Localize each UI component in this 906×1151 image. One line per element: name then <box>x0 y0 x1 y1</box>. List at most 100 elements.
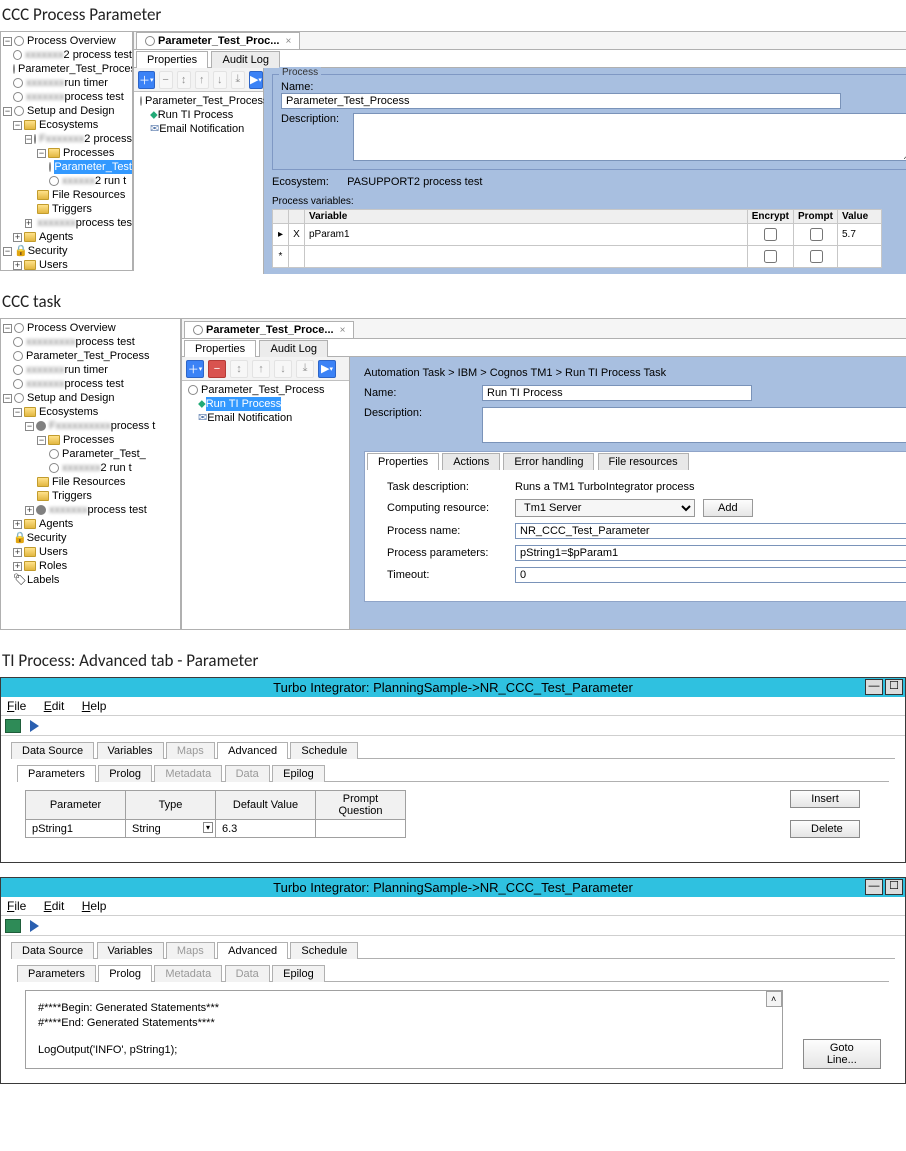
menu-edit[interactable]: Edit <box>44 699 65 713</box>
task-description-input[interactable] <box>482 407 906 443</box>
process-parameters-input[interactable] <box>515 545 906 561</box>
minus-button[interactable]: − <box>159 71 173 89</box>
tree-selected[interactable]: Parameter_Test <box>54 160 132 174</box>
menu-edit[interactable]: Edit <box>44 899 65 913</box>
section3-title: TI Process: Advanced tab - Parameter <box>0 646 906 677</box>
tab-variables[interactable]: Variables <box>97 942 164 959</box>
run-icon[interactable] <box>30 720 39 732</box>
subtab-epilog[interactable]: Epilog <box>272 965 325 982</box>
process-subtree[interactable]: ＋▾ − ↕ ↑ ↓ ⤓ ▶▾ Parameter_Test_Process ⬥… <box>134 68 264 274</box>
subtab-prolog[interactable]: Prolog <box>98 965 152 982</box>
subtab-metadata: Metadata <box>154 765 222 782</box>
editor-tabs: Parameter_Test_Proc...× <box>134 32 906 50</box>
menu-help[interactable]: Help <box>82 899 107 913</box>
subtab-actions[interactable]: Actions <box>442 453 500 470</box>
menu-help[interactable]: Help <box>82 699 107 713</box>
minimize-button[interactable]: — <box>865 679 883 695</box>
save-icon[interactable] <box>5 719 21 733</box>
menu-bar[interactable]: File Edit Help <box>1 697 905 716</box>
ti-window-parameters: Turbo Integrator: PlanningSample->NR_CCC… <box>0 677 906 863</box>
close-icon[interactable]: × <box>340 325 346 336</box>
process-variables-table[interactable]: VariableEncryptPromptValue ▸XpParam15.7 … <box>272 209 882 268</box>
name-input[interactable] <box>281 93 841 109</box>
tab-maps: Maps <box>166 742 215 759</box>
play-button[interactable]: ▶▾ <box>249 71 263 89</box>
table-row[interactable]: pString1 String▾ 6.3 <box>26 820 766 837</box>
editor-tab[interactable]: Parameter_Test_Proce...× <box>184 321 354 338</box>
window-title: Turbo Integrator: PlanningSample->NR_CCC… <box>1 678 905 697</box>
section1-title: CCC Process Parameter <box>0 0 906 31</box>
code-editor[interactable]: ˄ #****Begin: Generated Statements*** #*… <box>25 990 783 1069</box>
tree-selected[interactable]: Run TI Process <box>206 397 282 411</box>
editor-tab[interactable]: Parameter_Test_Proc...× <box>136 32 300 49</box>
nav-tree-2[interactable]: −Process Overview xxxxxxxxx process test… <box>1 319 181 629</box>
ecosystem-value: PASUPPORT2 process test <box>347 176 482 188</box>
arrow-end-button[interactable]: ⤓ <box>231 71 245 89</box>
table-row[interactable]: ▸XpParam15.7 <box>273 224 882 246</box>
maximize-button[interactable]: ☐ <box>885 679 903 695</box>
subtab-parameters[interactable]: Parameters <box>17 765 96 782</box>
menu-file[interactable]: File <box>7 699 26 713</box>
run-icon[interactable] <box>30 920 39 932</box>
tab-advanced[interactable]: Advanced <box>217 942 288 959</box>
tab-data-source[interactable]: Data Source <box>11 742 94 759</box>
prompt-checkbox[interactable] <box>810 228 823 241</box>
subtab-epilog[interactable]: Epilog <box>272 765 325 782</box>
arrow-down-button[interactable]: ↓ <box>213 71 227 89</box>
tab-data-source[interactable]: Data Source <box>11 942 94 959</box>
minus-button[interactable]: − <box>208 360 226 378</box>
goto-line-button[interactable]: Goto Line... <box>803 1039 881 1069</box>
chevron-down-icon[interactable]: ▾ <box>203 822 213 833</box>
tab-maps: Maps <box>166 942 215 959</box>
description-input[interactable] <box>353 113 906 161</box>
section2-title: CCC task <box>0 287 906 318</box>
gear-icon <box>14 36 24 46</box>
table-row[interactable]: * <box>273 246 882 268</box>
encrypt-checkbox[interactable] <box>764 228 777 241</box>
timeout-input[interactable] <box>515 567 906 583</box>
delete-button[interactable]: Delete <box>790 820 860 838</box>
tab-audit-log[interactable]: Audit Log <box>211 51 279 68</box>
subtab-parameters[interactable]: Parameters <box>17 965 96 982</box>
tab-schedule[interactable]: Schedule <box>290 742 358 759</box>
folder-icon <box>24 120 36 130</box>
computing-resource-select[interactable]: Tm1 Server <box>515 499 695 517</box>
breadcrumb: Automation Task > IBM > Cognos TM1 > Run… <box>364 367 906 379</box>
ti-window-prolog: Turbo Integrator: PlanningSample->NR_CCC… <box>0 877 906 1084</box>
add-button[interactable]: ＋▾ <box>138 71 155 89</box>
save-icon[interactable] <box>5 919 21 933</box>
process-name-input[interactable] <box>515 523 906 539</box>
subtab-data: Data <box>225 965 270 982</box>
close-icon[interactable]: × <box>285 36 291 47</box>
subtab-error-handling[interactable]: Error handling <box>503 453 594 470</box>
tree-root[interactable]: Process Overview <box>27 34 116 48</box>
insert-button[interactable]: Insert <box>790 790 860 808</box>
subtab-file-resources[interactable]: File resources <box>598 453 689 470</box>
subtab-properties[interactable]: Properties <box>367 453 439 470</box>
subtab-data: Data <box>225 765 270 782</box>
add-button[interactable]: ＋▾ <box>186 360 204 378</box>
menu-bar[interactable]: File Edit Help <box>1 897 905 916</box>
menu-file[interactable]: File <box>7 899 26 913</box>
tab-advanced[interactable]: Advanced <box>217 742 288 759</box>
process-subtree[interactable]: ＋▾ − ↕ ↑ ↓ ⤓ ▶▾ Parameter_Test_Process ⬥… <box>182 357 350 629</box>
maximize-button[interactable]: ☐ <box>885 879 903 895</box>
task-description-value: Runs a TM1 TurboIntegrator process <box>515 481 695 493</box>
scroll-up-icon[interactable]: ˄ <box>766 991 782 1007</box>
subtab-prolog[interactable]: Prolog <box>98 765 152 782</box>
tab-schedule[interactable]: Schedule <box>290 942 358 959</box>
arrow-up-button[interactable]: ↑ <box>195 71 209 89</box>
parameters-table[interactable]: ParameterTypeDefault ValuePrompt Questio… <box>25 790 766 838</box>
group-legend: Process <box>279 67 321 78</box>
subtab-metadata: Metadata <box>154 965 222 982</box>
tab-properties[interactable]: Properties <box>184 340 256 357</box>
play-button[interactable]: ▶▾ <box>318 360 336 378</box>
nav-tree-1[interactable]: −Process Overview xxxxxxx2 process test … <box>1 32 133 270</box>
tab-audit-log[interactable]: Audit Log <box>259 340 327 357</box>
add-resource-button[interactable]: Add <box>703 499 753 517</box>
tab-variables[interactable]: Variables <box>97 742 164 759</box>
tab-properties[interactable]: Properties <box>136 51 208 68</box>
task-name-input[interactable] <box>482 385 752 401</box>
minimize-button[interactable]: — <box>865 879 883 895</box>
arrow-button[interactable]: ↕ <box>177 71 191 89</box>
